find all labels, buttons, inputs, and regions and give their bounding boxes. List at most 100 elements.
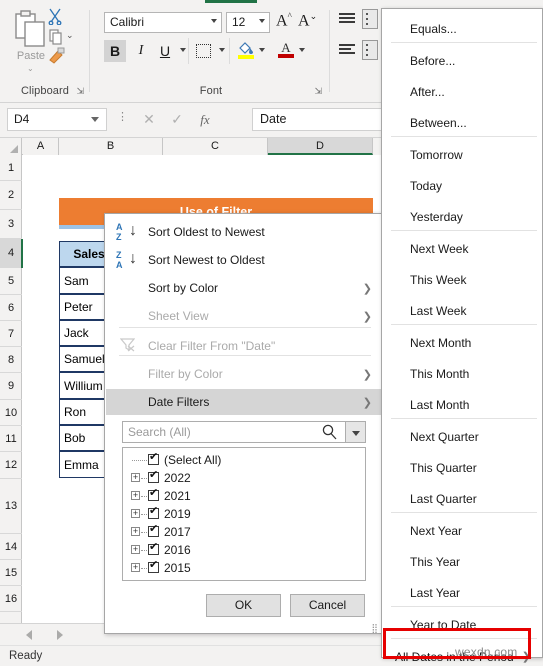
filter-list-item[interactable]: +2019 <box>123 506 365 522</box>
row-header-16[interactable]: 16 <box>0 586 22 612</box>
row-header-13[interactable]: 13 <box>0 479 22 534</box>
checkbox[interactable] <box>148 560 159 573</box>
expand-plus-icon[interactable]: + <box>131 527 140 536</box>
checkbox[interactable] <box>148 470 159 483</box>
filter-list-item[interactable]: (Select All) <box>123 452 365 468</box>
shrink-font-icon[interactable]: A⌄ <box>298 11 317 30</box>
expand-plus-icon[interactable]: + <box>131 491 140 500</box>
checkbox[interactable] <box>148 524 159 537</box>
filter-list-item[interactable]: +2021 <box>123 488 365 504</box>
row-header-4[interactable]: 4 <box>0 239 22 268</box>
row-header-14[interactable]: 14 <box>0 534 22 560</box>
bold-button[interactable]: B <box>104 40 126 62</box>
date-filter-this-quarter[interactable]: This Quarter <box>383 452 543 483</box>
date-filter-after[interactable]: After... <box>383 76 543 107</box>
select-all-corner[interactable] <box>0 138 22 155</box>
checkbox[interactable] <box>148 506 159 519</box>
date-filter-today[interactable]: Today <box>383 170 543 201</box>
checkbox[interactable] <box>148 488 159 501</box>
date-filter-last-month[interactable]: Last Month <box>383 389 543 420</box>
row-header-12[interactable]: 12 <box>0 452 22 479</box>
filter-search-input[interactable]: Search (All) <box>122 421 346 443</box>
clipboard-dialog-launcher[interactable]: ⇲ <box>76 87 84 96</box>
font-dialog-launcher[interactable]: ⇲ <box>314 87 322 96</box>
font-name-chevron-down-icon[interactable] <box>211 19 217 23</box>
date-filter-this-month[interactable]: This Month <box>383 358 543 389</box>
copy-caret-icon[interactable]: ⌄ <box>66 30 74 41</box>
italic-button[interactable]: I <box>130 40 152 62</box>
row-header-1[interactable]: 1 <box>0 155 22 181</box>
date-filter-equals[interactable]: Equals... <box>383 13 543 44</box>
date-filter-before[interactable]: Before... <box>383 45 543 76</box>
borders-chevron-down-icon[interactable] <box>219 48 225 52</box>
column-header-d[interactable]: D <box>268 138 373 155</box>
font-color-chevron-down-icon[interactable] <box>299 48 305 52</box>
copy-icon[interactable] <box>49 29 63 45</box>
date-filter-yesterday[interactable]: Yesterday <box>383 201 543 232</box>
formula-bar-grip[interactable]: ⋮ <box>117 112 128 123</box>
font-size-input[interactable]: 12 <box>226 12 270 33</box>
row-header-3[interactable]: 3 <box>0 210 22 239</box>
orientation-icon[interactable] <box>362 9 378 29</box>
date-filter-next-week[interactable]: Next Week <box>383 233 543 264</box>
date-filter-last-week[interactable]: Last Week <box>383 295 543 326</box>
name-box-chevron-down-icon[interactable] <box>91 117 99 122</box>
font-size-chevron-down-icon[interactable] <box>259 19 265 23</box>
filter-value-list[interactable]: (Select All)+2022+2021+2019+2017+2016+20… <box>122 447 366 581</box>
name-box[interactable]: D4 <box>7 108 107 131</box>
row-header-11[interactable]: 11 <box>0 426 22 452</box>
checkbox[interactable] <box>148 542 159 555</box>
row-header-15[interactable]: 15 <box>0 560 22 586</box>
filter-list-item[interactable]: +2015 <box>123 560 365 576</box>
column-header-b[interactable]: B <box>59 138 163 155</box>
expand-plus-icon[interactable]: + <box>131 509 140 518</box>
date-filter-tomorrow[interactable]: Tomorrow <box>383 139 543 170</box>
row-header-2[interactable]: 2 <box>0 181 22 210</box>
row-header-8[interactable]: 8 <box>0 347 22 373</box>
filter-list-item[interactable]: +2017 <box>123 524 365 540</box>
paste-icon[interactable] <box>14 10 48 48</box>
paste-caret-icon[interactable]: ⌄ <box>27 64 34 73</box>
date-filter-last-year[interactable]: Last Year <box>383 577 543 608</box>
filter-list-item[interactable]: +2022 <box>123 470 365 486</box>
column-header-c[interactable]: C <box>163 138 268 155</box>
prev-sheet-icon[interactable] <box>26 630 32 640</box>
expand-plus-icon[interactable]: + <box>131 545 140 554</box>
underline-chevron-down-icon[interactable] <box>180 48 186 52</box>
cancel-formula-icon[interactable]: ✕ <box>136 108 162 131</box>
font-color-icon[interactable]: A <box>278 40 294 59</box>
align-middle-icon[interactable] <box>339 44 355 56</box>
filter-menu-item-sort-oldest-to-newest[interactable]: A Z ↓ Sort Oldest to Newest <box>106 219 383 245</box>
cut-scissors-icon[interactable] <box>48 8 63 25</box>
fill-color-chevron-down-icon[interactable] <box>259 48 265 52</box>
expand-plus-icon[interactable]: + <box>131 563 140 572</box>
filter-menu-item-sort-by-color[interactable]: Sort by Color ❯ <box>106 275 383 301</box>
column-header-a[interactable]: A <box>23 138 59 155</box>
align-top-icon[interactable] <box>339 13 355 25</box>
row-header-9[interactable]: 9 <box>0 373 22 400</box>
row-header-5[interactable]: 5 <box>0 268 22 295</box>
enter-formula-icon[interactable]: ✓ <box>164 108 190 131</box>
filter-menu-item-date-filters[interactable]: Date Filters ❯ <box>106 389 383 415</box>
checkbox[interactable] <box>148 452 159 465</box>
fill-color-icon[interactable] <box>238 41 254 59</box>
font-name-input[interactable]: Calibri <box>104 12 222 33</box>
date-filter-last-quarter[interactable]: Last Quarter <box>383 483 543 514</box>
underline-button[interactable]: U <box>154 40 176 62</box>
wrap-text-icon[interactable] <box>362 40 378 60</box>
next-sheet-icon[interactable] <box>57 630 63 640</box>
date-filter-next-year[interactable]: Next Year <box>383 515 543 546</box>
date-filter-year-to-date[interactable]: Year to Date <box>383 609 543 640</box>
resize-grip-icon[interactable]: ⣿ <box>371 624 379 633</box>
filter-menu-item-sort-newest-to-oldest[interactable]: Z A ↓ Sort Newest to Oldest <box>106 247 383 273</box>
row-header-10[interactable]: 10 <box>0 400 22 426</box>
date-filter-next-quarter[interactable]: Next Quarter <box>383 421 543 452</box>
ok-button[interactable]: OK <box>206 594 281 617</box>
expand-plus-icon[interactable]: + <box>131 473 140 482</box>
cancel-button[interactable]: Cancel <box>290 594 365 617</box>
insert-function-icon[interactable]: fx <box>192 108 218 131</box>
date-filter-this-year[interactable]: This Year <box>383 546 543 577</box>
date-filter-this-week[interactable]: This Week <box>383 264 543 295</box>
borders-icon[interactable] <box>196 44 211 58</box>
row-header-7[interactable]: 7 <box>0 321 22 347</box>
